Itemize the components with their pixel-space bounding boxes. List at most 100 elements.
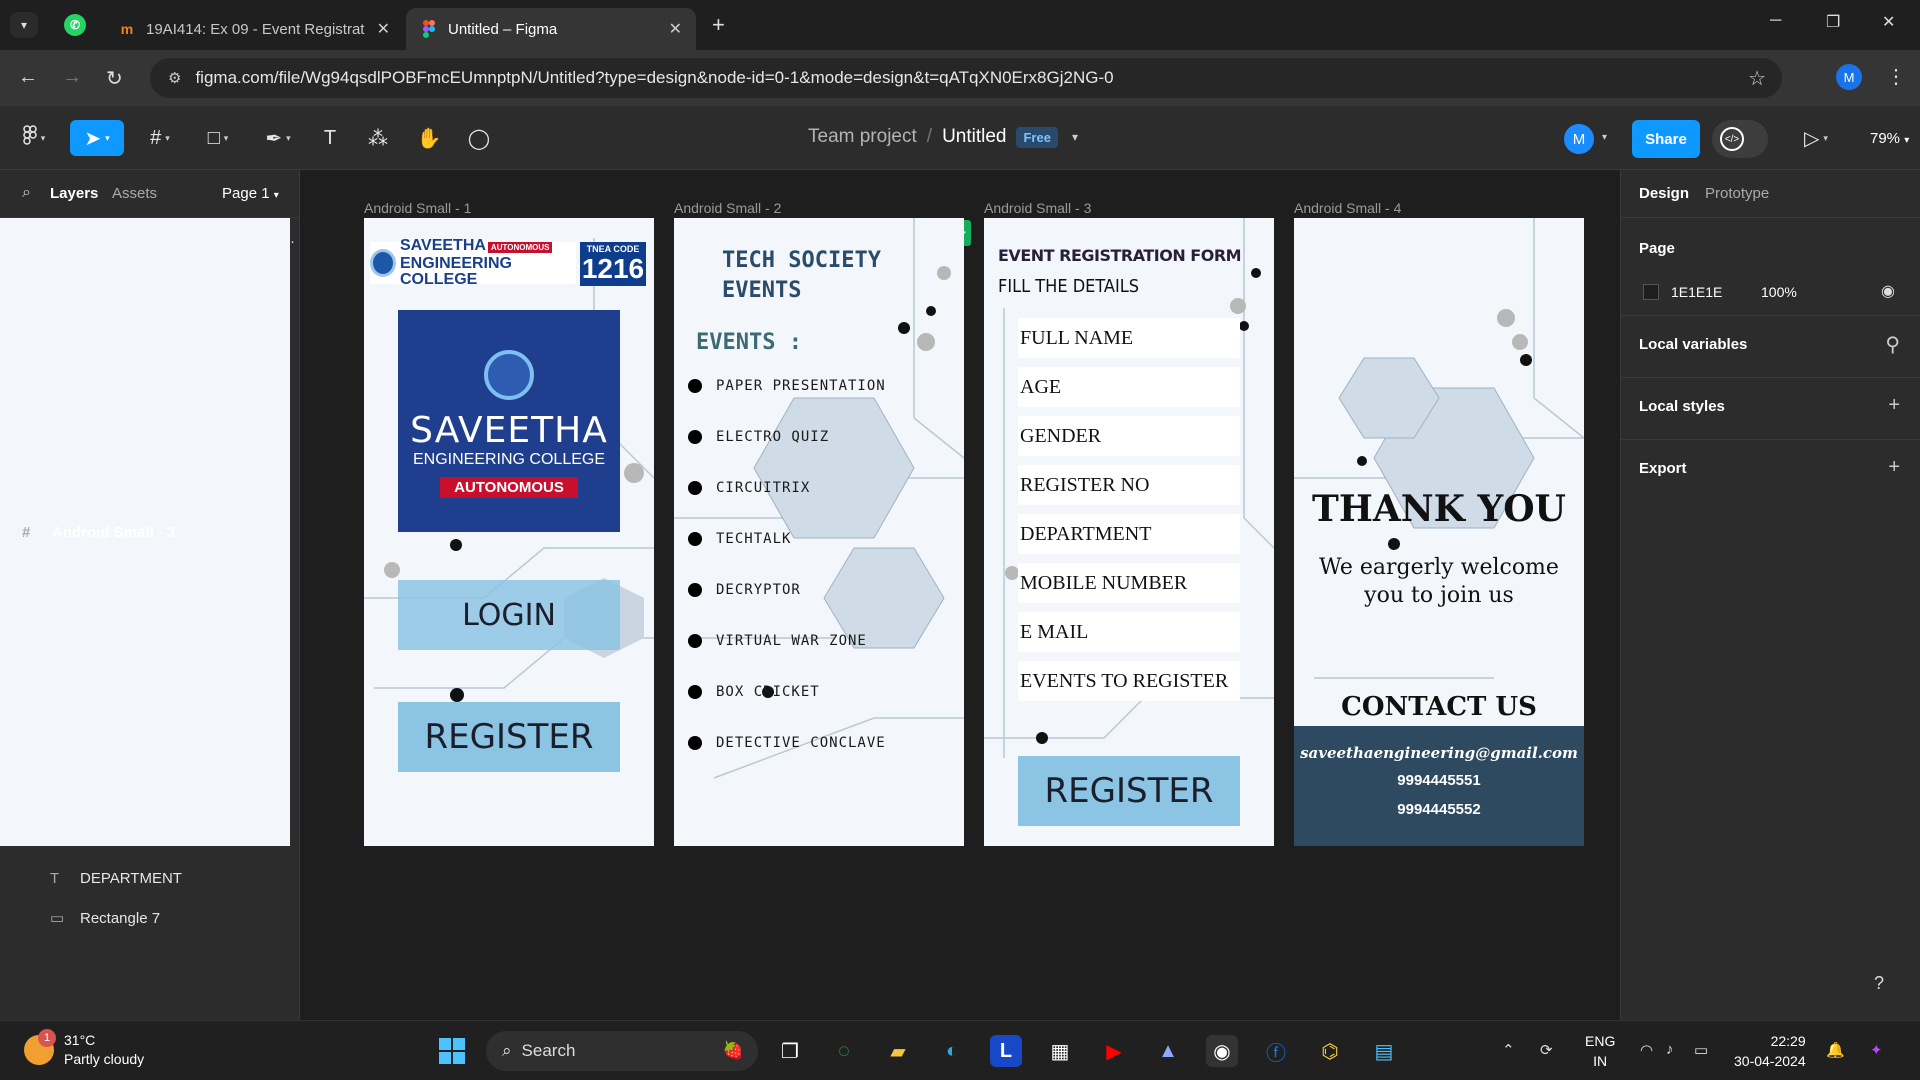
page-opacity[interactable]: 100% [1761,284,1797,300]
form-field[interactable]: DEPARTMENT [1018,514,1240,554]
reload-icon[interactable]: ↻ [106,66,123,91]
profile-avatar[interactable]: M [1836,64,1862,90]
dev-mode-toggle[interactable]: </> [1712,120,1768,158]
chevron-down-icon[interactable]: ▾ [1072,130,1078,144]
form-field[interactable]: MOBILE NUMBER [1018,563,1240,603]
android-small-2-frame[interactable]: TECH SOCIETY EVENTS EVENTS : PAPER PRESE… [674,218,964,846]
tab-moodle[interactable]: m 19AI414: Ex 09 - Event Registrat ✕ [104,8,404,50]
add-style-icon[interactable]: + [1888,394,1900,417]
whatsapp-pinned-tab[interactable]: ✆ [64,14,86,36]
layer-frame[interactable]: # Android Small - 3 [0,218,290,846]
tab-layers[interactable]: Layers [50,185,98,202]
new-tab-icon[interactable]: + [712,12,725,38]
proton-vpn-icon[interactable]: ▲ [1152,1035,1184,1067]
refresh-app-icon[interactable]: ◌ [828,1035,860,1067]
tab-prototype[interactable]: Prototype [1705,185,1769,202]
shape-tool-button[interactable]: □ ▾ [196,120,240,156]
clock[interactable]: 22:29 30-04-2024 [1734,1031,1806,1071]
l-app-icon[interactable]: L [990,1035,1022,1067]
chrome-icon[interactable]: ◉ [1206,1035,1238,1067]
share-button[interactable]: Share [1632,120,1700,158]
android-small-1-frame[interactable]: SAVEETHA AUTONOMOUS ENGINEERING COLLEGE T… [364,218,654,846]
design-canvas[interactable]: Android Small - 1 SAVEETHA AUTONOMOUS ENG… [300,170,1620,1020]
search-icon[interactable]: ⌕ [22,184,31,202]
file-name[interactable]: Untitled [942,126,1006,148]
form-field[interactable]: REGISTER NO [1018,465,1240,505]
variables-settings-icon[interactable]: ⚲ [1885,332,1900,357]
edge-icon[interactable]: ◐ [936,1035,968,1067]
address-bar[interactable]: ⚙ figma.com/file/Wg94qsdlPOBFmcEUmnptpN/… [150,58,1782,98]
tab-figma[interactable]: Untitled – Figma ✕ [406,8,696,50]
language-indicator[interactable]: ENG IN [1585,1031,1615,1071]
windows-start-icon[interactable] [436,1035,468,1067]
battery-icon[interactable]: ▭ [1694,1041,1708,1059]
frame-label[interactable]: Android Small - 1 [364,200,471,216]
page-color-swatch[interactable] [1643,284,1659,300]
user-avatar[interactable]: M [1564,124,1594,154]
frame-tool-button[interactable]: # ▾ [138,120,182,156]
present-button[interactable]: ▷ ▾ [1796,120,1836,156]
forward-icon[interactable]: → [62,66,82,89]
form-field[interactable]: AGE [1018,367,1240,407]
resources-button[interactable]: ⁂ [364,120,392,156]
close-window-icon[interactable]: ✕ [1882,12,1895,32]
chevron-down-icon[interactable]: ▾ [1602,132,1607,143]
team-project-link[interactable]: Team project [808,126,917,148]
register-button[interactable]: REGISTER [1018,756,1240,826]
pen-tool-button[interactable]: ✒ ▾ [256,120,300,156]
taskbar-search[interactable]: ⌕ Search 🍓 [486,1031,758,1071]
facebook-icon[interactable]: ⓕ [1260,1035,1292,1067]
tab-assets[interactable]: Assets [112,185,157,202]
python-icon[interactable]: ⌬ [1314,1035,1346,1067]
restore-icon[interactable]: ❐ [1826,12,1840,32]
form-field[interactable]: EVENTS TO REGISTER [1018,661,1240,701]
copilot-icon[interactable]: ✦ [1870,1041,1883,1059]
youtube-icon[interactable]: ▶ [1098,1035,1130,1067]
android-small-3-frame[interactable]: EVENT REGISTRATION FORM FILL THE DETAILS… [984,218,1274,846]
frame-label[interactable]: Android Small - 4 [1294,200,1401,216]
file-explorer-icon[interactable]: ▰ [882,1035,914,1067]
notepad-icon[interactable]: ▤ [1368,1035,1400,1067]
add-export-icon[interactable]: + [1888,456,1900,479]
login-button[interactable]: LOGIN [398,580,620,650]
local-variables-label[interactable]: Local variables [1639,336,1747,353]
microsoft-store-icon[interactable]: ▦ [1044,1035,1076,1067]
weather-widget[interactable]: 1 31°C Partly cloudy [24,1029,144,1069]
comment-tool-button[interactable]: ◯ [464,120,494,156]
tab-search-button[interactable]: ▾ [10,12,38,38]
more-options-icon[interactable]: ⋮ [1886,64,1906,89]
layers-panel: ⌕ Layers Assets Page 1 ▾ # Android Small … [0,170,300,1020]
close-icon[interactable]: ✕ [377,19,390,39]
task-view-icon[interactable]: ❐ [774,1035,806,1067]
frame-label[interactable]: Android Small - 2 [674,200,781,216]
main-menu-button[interactable]: ▾ [14,120,54,156]
page-color-hex[interactable]: 1E1E1E [1671,284,1722,300]
show-hidden-icons[interactable]: ⌃ [1502,1041,1515,1059]
form-field[interactable]: FULL NAME [1018,318,1240,358]
wifi-icon[interactable]: ◠ [1640,1041,1653,1059]
form-field[interactable]: GENDER [1018,416,1240,456]
tab-design[interactable]: Design [1639,185,1689,202]
notifications-icon[interactable]: 🔔 [1826,1041,1845,1059]
zoom-menu[interactable]: 79% ▾ [1870,130,1909,147]
help-icon[interactable]: ? [1862,966,1896,1000]
bookmark-star-icon[interactable]: ☆ [1748,66,1766,91]
back-icon[interactable]: ← [18,66,38,89]
hand-tool-button[interactable]: ✋ [414,120,444,156]
site-info-icon[interactable]: ⚙ [168,69,181,87]
layer-item[interactable]: ▭ Rectangle 7 [0,898,299,938]
text-tool-button[interactable]: T [316,120,344,156]
close-icon[interactable]: ✕ [669,19,682,39]
android-small-4-frame[interactable]: THANK YOU We eargerly welcome you to joi… [1294,218,1584,846]
plan-badge[interactable]: Free [1016,126,1058,148]
volume-icon[interactable]: ♪ [1666,1041,1674,1058]
minimize-icon[interactable]: ─ [1770,12,1781,30]
frame-label[interactable]: Android Small - 3 [984,200,1091,216]
eye-icon[interactable]: ◉ [1881,281,1895,301]
page-selector[interactable]: Page 1 ▾ [222,185,279,202]
register-button[interactable]: REGISTER [398,702,620,772]
sync-icon[interactable]: ⟳ [1540,1041,1553,1059]
form-field[interactable]: E MAIL [1018,612,1240,652]
move-tool-button[interactable]: ➤ ▾ [70,120,124,156]
layer-item[interactable]: T DEPARTMENT [0,858,299,898]
